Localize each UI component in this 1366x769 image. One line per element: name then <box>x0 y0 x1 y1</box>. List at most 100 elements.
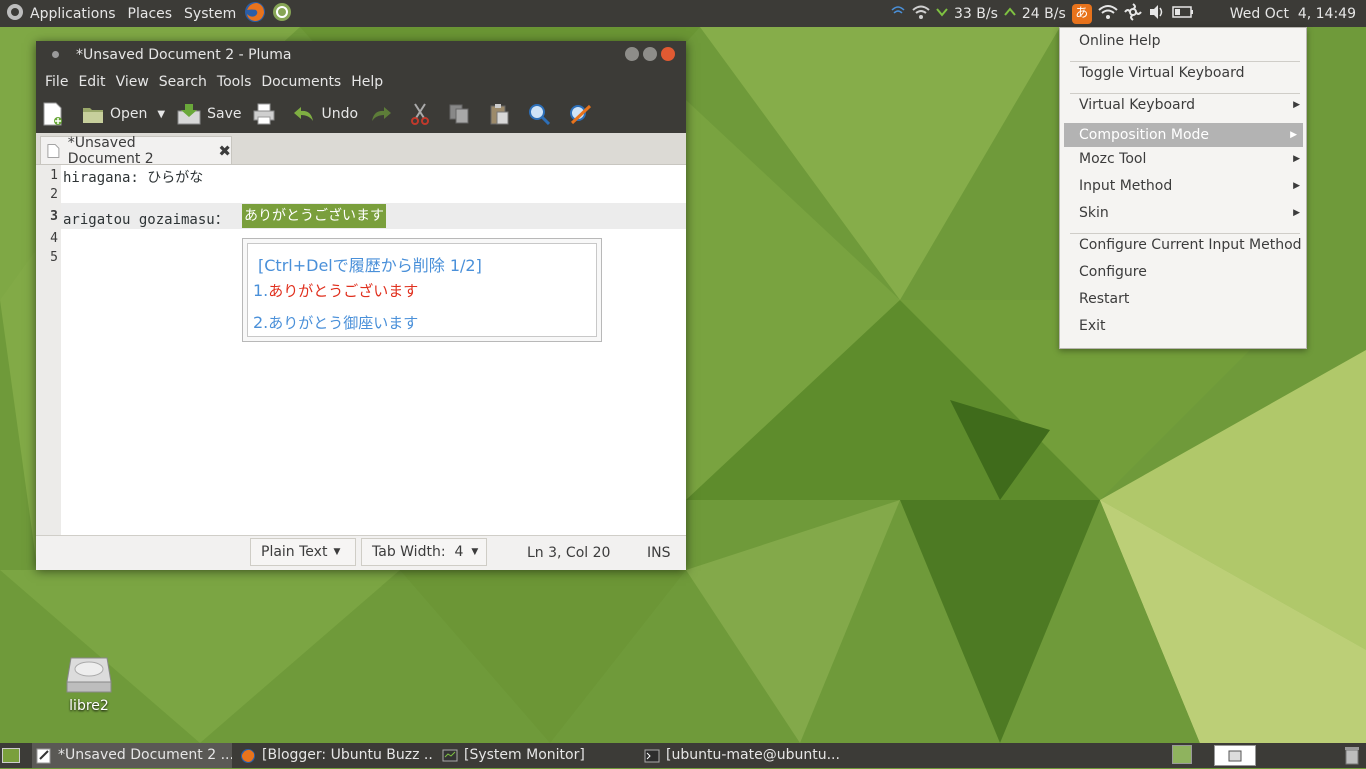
menu-item-exit[interactable]: Exit <box>1060 314 1306 338</box>
volume-icon[interactable] <box>1148 4 1166 24</box>
new-document-button[interactable] <box>42 102 70 126</box>
line-number: 4 <box>50 231 58 246</box>
terminal-icon <box>644 749 660 763</box>
ime-indicator-icon[interactable]: あ <box>1071 3 1092 24</box>
menu-view[interactable]: View <box>111 74 154 90</box>
task-pluma[interactable]: *Unsaved Document 2 ... <box>32 743 232 768</box>
close-button[interactable] <box>661 47 675 61</box>
statusbar: Plain Text ▼ Tab Width: 4 ▼ Ln 3, Col 20… <box>36 535 686 570</box>
clock[interactable]: Wed Oct 4, 14:49 <box>1230 6 1356 22</box>
trash-icon[interactable] <box>1344 746 1360 769</box>
pluma-window: *Unsaved Document 2 - Pluma File Edit Vi… <box>36 41 686 570</box>
maximize-button[interactable] <box>643 47 657 61</box>
document-tabbar: *Unsaved Document 2 ✖ <box>36 133 686 167</box>
menu-item-label: Exit <box>1079 318 1106 334</box>
candidate-panel: [Ctrl+Delで履歴から削除 1/2] 1.ありがとうございます 2.ありが… <box>247 243 597 337</box>
task-system-monitor[interactable]: [System Monitor] <box>438 743 636 768</box>
undo-label: Undo <box>321 106 359 122</box>
code-line: arigatou gozaimasu： <box>63 212 229 228</box>
copy-button[interactable] <box>448 103 476 125</box>
save-button[interactable]: Save <box>177 103 241 125</box>
desktop-drive[interactable]: libre2 <box>62 656 116 714</box>
line-number: 5 <box>50 250 58 265</box>
submenu-arrow-icon: ▶ <box>1293 181 1300 191</box>
submenu-arrow-icon: ▶ <box>1290 130 1297 140</box>
menu-tools[interactable]: Tools <box>212 74 257 90</box>
window-titlebar[interactable]: *Unsaved Document 2 - Pluma <box>36 41 686 69</box>
menu-item-label: Restart <box>1079 291 1130 307</box>
menu-item-input-method[interactable]: Input Method ▶ <box>1060 174 1306 198</box>
menu-item-restart[interactable]: Restart <box>1060 287 1306 311</box>
print-button[interactable] <box>253 103 281 125</box>
fan-icon[interactable] <box>1123 2 1142 25</box>
menu-item-label: Skin <box>1079 205 1109 221</box>
task-firefox[interactable]: [Blogger: Ubuntu Buzz ... <box>236 743 432 768</box>
line-number: 3 <box>50 209 58 224</box>
menu-search[interactable]: Search <box>154 74 212 90</box>
window-menu-icon[interactable] <box>52 51 59 58</box>
hard-drive-icon <box>66 657 112 693</box>
workspace-1[interactable] <box>1172 745 1192 764</box>
battery-icon[interactable] <box>1172 5 1194 22</box>
drive-label: libre2 <box>69 698 109 714</box>
find-button[interactable] <box>528 103 556 125</box>
undo-button[interactable]: Undo <box>293 105 358 123</box>
menu-edit[interactable]: Edit <box>73 74 110 90</box>
redo-button[interactable] <box>370 105 398 123</box>
ubuntu-mate-welcome-icon[interactable] <box>272 2 292 26</box>
menu-item-configure-current-input-method[interactable]: Configure Current Input Method <box>1060 233 1306 257</box>
menu-item-toggle-virtual-keyboard[interactable]: Toggle Virtual Keyboard <box>1060 61 1306 85</box>
new-document-icon <box>43 102 62 126</box>
line-number: 2 <box>50 187 58 202</box>
candidate-text: ありがとう御座います <box>268 314 419 332</box>
text-editor[interactable]: 1 2 3 4 5 hiragana: ひらがな arigatou gozaim… <box>36 165 686 535</box>
clipboard-icon <box>490 104 509 125</box>
cut-button[interactable] <box>410 103 436 125</box>
cursor-position: Ln 3, Col 20 <box>527 545 611 561</box>
replace-button[interactable] <box>568 103 598 125</box>
candidate-item[interactable]: 2.ありがとう御座います <box>253 312 418 333</box>
menu-applications[interactable]: Applications <box>24 6 122 22</box>
firefox-icon[interactable] <box>244 1 266 27</box>
wifi-icon[interactable] <box>912 4 930 24</box>
net-down-speed: 33 B/s <box>953 5 998 22</box>
wireless-signal-icon[interactable] <box>890 4 906 24</box>
save-label: Save <box>207 106 242 122</box>
mate-logo-icon[interactable] <box>6 3 24 25</box>
open-dropdown-arrow-icon[interactable]: ▼ <box>157 109 165 120</box>
show-desktop-icon[interactable] <box>2 748 20 763</box>
language-label: Plain Text <box>261 544 328 560</box>
menu-item-virtual-keyboard[interactable]: Virtual Keyboard ▶ <box>1060 93 1306 117</box>
document-tab[interactable]: *Unsaved Document 2 ✖ <box>40 135 232 167</box>
menu-item-composition-mode[interactable]: Composition Mode ▶ <box>1064 123 1303 147</box>
menu-file[interactable]: File <box>40 74 73 90</box>
menu-item-mozc-tool[interactable]: Mozc Tool ▶ <box>1060 147 1306 171</box>
menu-places[interactable]: Places <box>122 6 179 22</box>
menu-help[interactable]: Help <box>346 74 388 90</box>
menu-documents[interactable]: Documents <box>256 74 346 90</box>
menu-item-label: Composition Mode <box>1079 127 1210 143</box>
ime-context-menu: Online Help Toggle Virtual Keyboard Virt… <box>1059 27 1307 349</box>
menu-item-configure[interactable]: Configure <box>1060 260 1306 284</box>
tab-width-selector[interactable]: Tab Width: 4 ▼ <box>361 538 487 566</box>
menu-system[interactable]: System <box>178 6 242 22</box>
paste-button[interactable] <box>488 103 516 125</box>
open-label: Open <box>110 106 148 122</box>
bottom-panel: *Unsaved Document 2 ... [Blogger: Ubuntu… <box>0 743 1366 768</box>
minimize-button[interactable] <box>625 47 639 61</box>
task-terminal[interactable]: [ubuntu-mate@ubuntu... <box>640 743 840 768</box>
line-number: 1 <box>50 168 58 183</box>
text-file-icon <box>47 143 60 158</box>
window-title: *Unsaved Document 2 - Pluma <box>76 47 292 63</box>
task-label: [ubuntu-mate@ubuntu... <box>666 747 840 763</box>
menu-item-online-help[interactable]: Online Help <box>1060 29 1306 53</box>
candidate-item[interactable]: 1.ありがとうございます <box>253 280 418 301</box>
open-button[interactable]: Open ▼ <box>82 104 165 124</box>
menu-item-label: Configure Current Input Method <box>1079 237 1302 253</box>
menu-item-label: Online Help <box>1079 33 1161 49</box>
tab-close-icon[interactable]: ✖ <box>218 142 231 160</box>
network-wifi-icon[interactable] <box>1098 4 1118 24</box>
firefox-icon <box>241 749 255 763</box>
language-selector[interactable]: Plain Text ▼ <box>250 538 356 566</box>
menu-item-skin[interactable]: Skin ▶ <box>1060 201 1306 225</box>
